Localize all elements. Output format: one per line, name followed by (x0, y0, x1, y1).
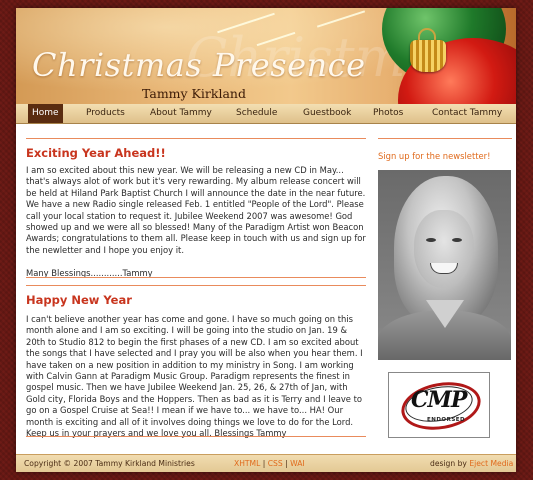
eject-media-link[interactable]: Eject Media (469, 459, 513, 468)
nav-products[interactable]: Products (86, 104, 125, 123)
post-body: I am so excited about this new year. We … (26, 165, 366, 278)
photo-eye (426, 238, 436, 242)
nav-guestbook[interactable]: Guestbook (303, 104, 351, 123)
divider (378, 138, 512, 139)
cmp-endorsed-logo[interactable]: CMP ENDORSED (388, 372, 490, 438)
nav-about-tammy[interactable]: About Tammy (150, 104, 212, 123)
footer-copyright: Copyright © 2007 Tammy Kirkland Ministri… (24, 459, 195, 468)
css-link[interactable]: CSS (268, 459, 283, 468)
photo-eye (452, 238, 462, 242)
divider (26, 285, 366, 286)
footer-design-credit: design by Eject Media (430, 459, 513, 468)
post-body: I can't believe another year has come an… (26, 314, 366, 439)
logo-text: CMP (411, 387, 467, 413)
site-title: Christmas Presence (32, 46, 366, 84)
artist-photo (378, 170, 511, 360)
footer: Copyright © 2007 Tammy Kirkland Ministri… (16, 454, 516, 472)
design-label: design by (430, 459, 467, 468)
post-title: Exciting Year Ahead!! (26, 146, 166, 160)
wai-link[interactable]: WAI (290, 459, 305, 468)
divider (26, 436, 366, 437)
artist-name: Tammy Kirkland (142, 86, 246, 101)
footer-separator: | (262, 459, 266, 468)
nav-schedule[interactable]: Schedule (236, 104, 277, 123)
divider (26, 138, 366, 139)
newsletter-signup-link[interactable]: Sign up for the newsletter! (378, 151, 490, 161)
footer-separator: | (285, 459, 288, 468)
photo-face (414, 210, 474, 288)
xhtml-link[interactable]: XHTML (234, 459, 260, 468)
post-title: Happy New Year (26, 293, 132, 307)
header-banner: Christmas Christmas Presence Tammy Kirkl… (16, 8, 516, 104)
divider (26, 277, 366, 278)
main-nav: Home Products About Tammy Schedule Guest… (16, 104, 516, 124)
logo-subtext: ENDORSED (427, 417, 466, 423)
page: Christmas Christmas Presence Tammy Kirkl… (16, 8, 516, 472)
nav-contact-tammy[interactable]: Contact Tammy (432, 104, 502, 123)
ornament-cap (410, 40, 446, 72)
nav-home[interactable]: Home (28, 104, 63, 123)
nav-photos[interactable]: Photos (373, 104, 403, 123)
footer-validation-links: XHTML | CSS | WAI (234, 459, 305, 468)
